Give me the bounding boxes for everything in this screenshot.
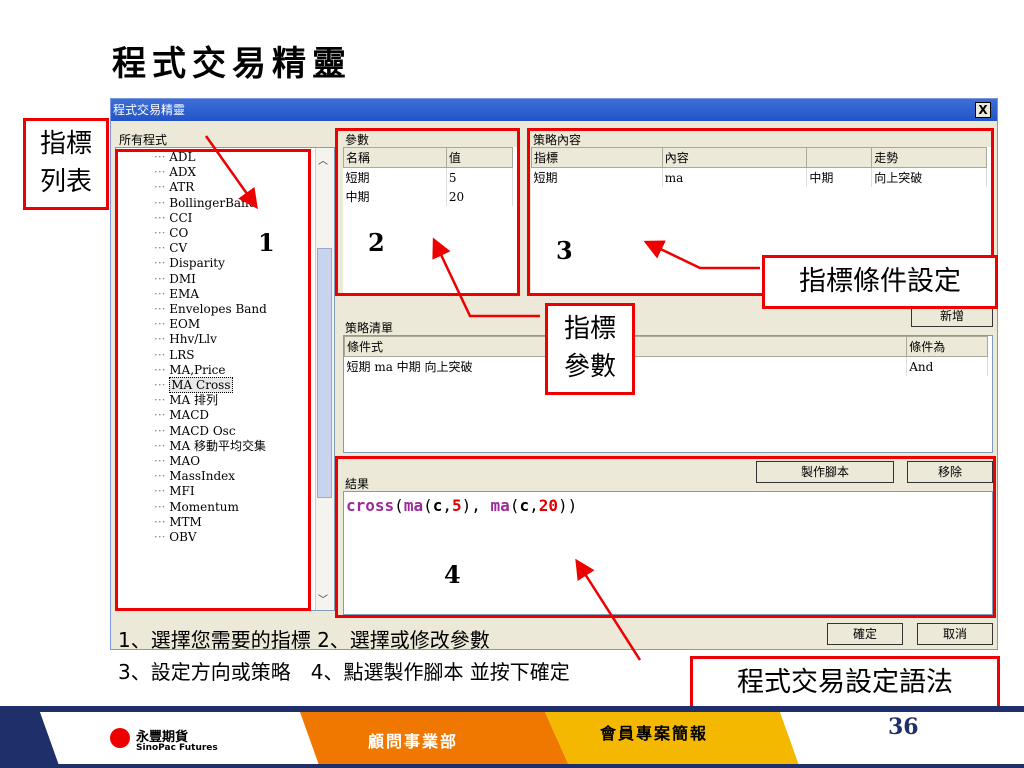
page-number: 36: [888, 714, 919, 740]
arrow-1: [204, 135, 258, 210]
arrow-2: [432, 237, 540, 318]
callout-indicator-params: 指標 參數: [545, 303, 635, 395]
callout-indicator-condition: 指標條件設定: [762, 255, 998, 309]
arrow-3: [643, 240, 760, 270]
footer-dept: 顧問事業部: [368, 732, 459, 751]
footer-report: 會員專案簡報: [600, 724, 709, 743]
instruction-line-1: 1、選擇您需要的指標 2、選擇或修改參數: [118, 628, 490, 652]
callout-syntax: 程式交易設定語法: [690, 656, 1000, 710]
step-number-2: 2: [368, 228, 385, 257]
step-number-1: 1: [258, 228, 275, 257]
arrow-4: [575, 558, 642, 661]
instruction-line-2: 3、設定方向或策略 4、點選製作腳本 並按下確定: [118, 660, 570, 684]
step-number-4: 4: [444, 560, 461, 589]
company-logo-icon: [110, 728, 130, 748]
step-number-3: 3: [556, 236, 573, 265]
footer: 永豐期貨 SinoPac Futures 顧問事業部 會員專案簡報 36: [0, 706, 1024, 768]
callout-indicator-list: 指標 列表: [23, 118, 109, 210]
company-name-en: SinoPac Futures: [136, 743, 218, 753]
